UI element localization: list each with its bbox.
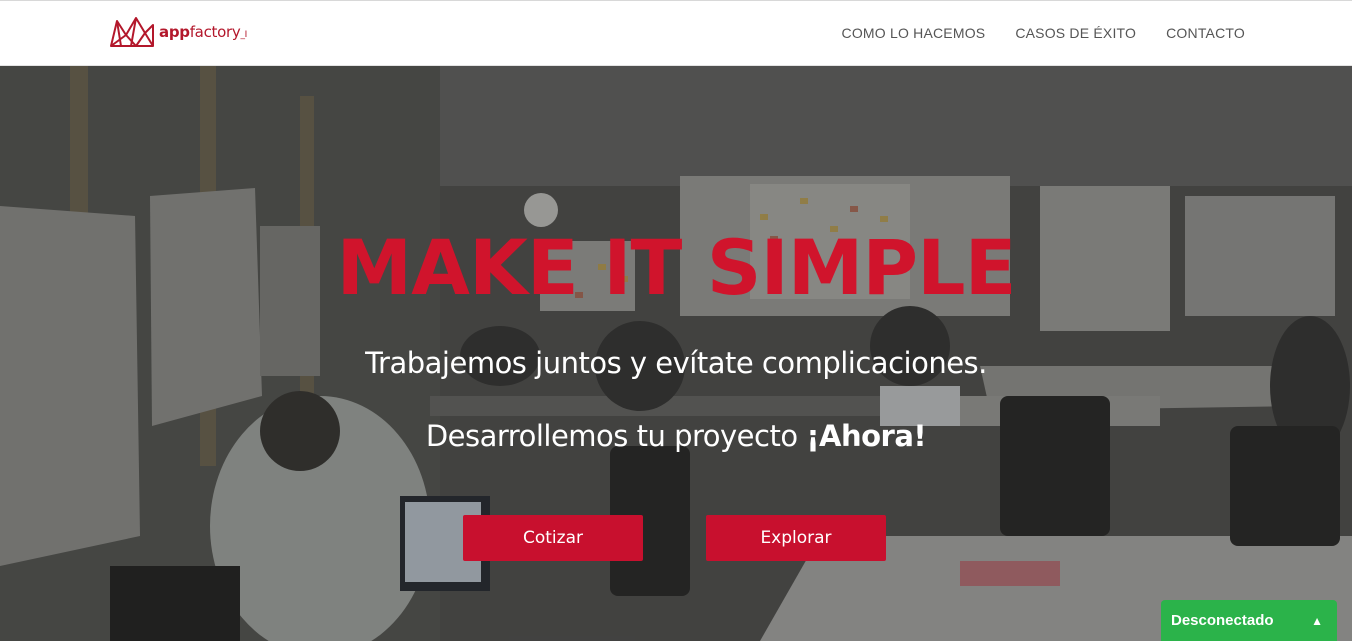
cotizar-button[interactable]: Cotizar <box>463 515 643 561</box>
hero-headline: MAKE IT SIMPLE <box>336 223 1017 312</box>
explorar-button[interactable]: Explorar <box>706 515 886 561</box>
chat-widget-tab[interactable]: Desconectado ▲ <box>1161 600 1337 641</box>
appfactory-logo-icon <box>110 17 154 47</box>
nav-contacto[interactable]: CONTACTO <box>1166 25 1245 41</box>
brand-logo[interactable]: appfactory_I <box>109 15 247 49</box>
navbar: appfactory_I COMO LO HACEMOS CASOS DE ÉX… <box>0 0 1352 66</box>
hero-subtitle-emphasis: ¡Ahora! <box>806 419 927 453</box>
brand-wordmark: appfactory_I <box>159 23 247 41</box>
hero-subtitle: Trabajemos juntos y evítate complicacion… <box>365 346 987 380</box>
nav-casos-de-exito[interactable]: CASOS DE ÉXITO <box>1015 25 1136 41</box>
nav-como-lo-hacemos[interactable]: COMO LO HACEMOS <box>842 25 986 41</box>
hero-subtitle-cta: Desarrollemos tu proyecto ¡Ahora! <box>425 419 927 453</box>
hero-section: MAKE IT SIMPLE Trabajemos juntos y evíta… <box>0 66 1352 641</box>
chevron-up-icon[interactable]: ▲ <box>1311 614 1323 628</box>
main-nav: COMO LO HACEMOS CASOS DE ÉXITO CONTACTO <box>842 1 1245 65</box>
chat-status: Desconectado <box>1171 612 1274 629</box>
